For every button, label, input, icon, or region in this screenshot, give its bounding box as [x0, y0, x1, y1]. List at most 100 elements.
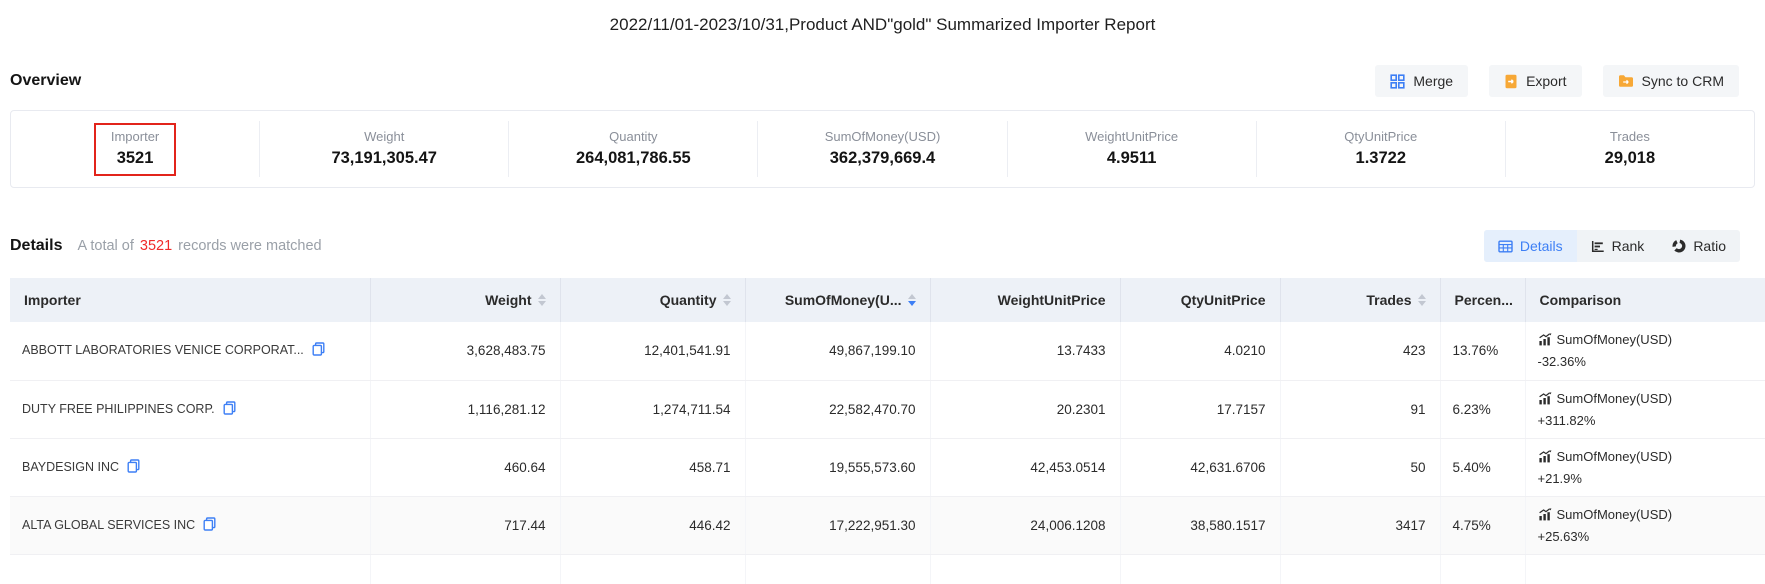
cell-empty: [745, 554, 930, 584]
importer-report-page: 2022/11/01-2023/10/31,Product AND"gold" …: [0, 0, 1765, 584]
column-header-trades[interactable]: Trades: [1280, 278, 1440, 322]
cell-percent: 5.40%: [1440, 438, 1525, 496]
cell-weight-unit-price: 13.7433: [930, 322, 1120, 380]
comparison-metric-label: SumOfMoney(USD): [1557, 389, 1673, 408]
stat-value: 4.9511: [1085, 149, 1178, 168]
stat-label: Weight: [331, 129, 437, 144]
tab-details-label: Details: [1520, 238, 1563, 254]
comparison-change-value: -32.36%: [1538, 352, 1765, 371]
cell-empty: [1280, 554, 1440, 584]
cell-sum-of-money: 49,867,199.10: [745, 322, 930, 380]
stat-content: WeightUnitPrice 4.9511: [1068, 123, 1195, 176]
cell-percent: 6.23%: [1440, 380, 1525, 438]
importer-name: ABBOTT LABORATORIES VENICE CORPORAT...: [22, 343, 304, 357]
tab-rank[interactable]: Rank: [1577, 230, 1659, 262]
stat-value: 29,018: [1605, 149, 1655, 168]
cell-weight: 1,116,281.12: [370, 380, 560, 438]
comparison-change-value: +21.9%: [1538, 469, 1765, 488]
overview-stat-qtyunitprice: QtyUnitPrice1.3722: [1257, 121, 1506, 177]
column-label: Quantity: [660, 292, 717, 308]
stat-value: 362,379,669.4: [825, 149, 941, 168]
view-tab-group: Details Rank Ratio: [1484, 230, 1740, 262]
action-buttons: Merge Export Sync to CRM: [1375, 65, 1739, 97]
stat-content: Trades29,018: [1588, 123, 1672, 176]
overview-header-row: Overview Merge Export Sync to CRM: [10, 65, 1739, 97]
cell-empty: [1120, 554, 1280, 584]
cell-comparison: SumOfMoney(USD)+25.63%: [1525, 496, 1765, 554]
cell-comparison: SumOfMoney(USD) +21.9%: [1525, 438, 1765, 496]
column-label: WeightUnitPrice: [998, 292, 1106, 308]
merge-button[interactable]: Merge: [1375, 65, 1468, 97]
caret-up-icon: [723, 294, 731, 299]
details-header-row: Details A total of3521records were match…: [10, 230, 1740, 262]
export-file-icon: [1504, 74, 1518, 89]
copy-icon[interactable]: [312, 342, 325, 359]
caret-up-icon: [538, 294, 546, 299]
column-header-percen: Percen...: [1440, 278, 1525, 322]
sync-to-crm-button[interactable]: Sync to CRM: [1603, 65, 1739, 97]
importer-name: ALTA GLOBAL SERVICES INC: [22, 518, 195, 532]
comparison-change-value: +25.63%: [1538, 527, 1765, 546]
cell-trades: 50: [1280, 438, 1440, 496]
sync-folder-icon: [1618, 74, 1634, 88]
cell-qty-unit-price: 17.7157: [1120, 380, 1280, 438]
cell-empty: [1440, 554, 1525, 584]
overview-stat-importer: Importer3521: [11, 121, 260, 177]
stat-label: WeightUnitPrice: [1085, 129, 1178, 144]
copy-icon[interactable]: [203, 517, 216, 534]
cell-weight: 460.64: [370, 438, 560, 496]
stat-value: 264,081,786.55: [576, 149, 691, 168]
importer-name: DUTY FREE PHILIPPINES CORP.: [22, 402, 215, 416]
sync-to-crm-button-label: Sync to CRM: [1642, 73, 1724, 89]
table-header-row: Importer Weight Quantity SumOfMoney(U... Wei…: [10, 278, 1765, 322]
overview-stats-card: Importer3521Weight73,191,305.47Quantity2…: [10, 110, 1755, 188]
export-button[interactable]: Export: [1489, 65, 1581, 97]
cell-empty: [930, 554, 1120, 584]
comparison-line: SumOfMoney(USD): [1538, 447, 1765, 466]
column-header-quantity[interactable]: Quantity: [560, 278, 745, 322]
table-row: ALTA GLOBAL SERVICES INC717.44446.4217,2…: [10, 496, 1765, 554]
column-label: Importer: [24, 292, 81, 308]
overview-stat-weight: Weight73,191,305.47: [260, 121, 509, 177]
cell-empty: [10, 554, 370, 584]
stat-label: Importer: [111, 129, 159, 144]
cell-weight: 717.44: [370, 496, 560, 554]
stat-label: SumOfMoney(USD): [825, 129, 941, 144]
tab-ratio[interactable]: Ratio: [1658, 230, 1740, 262]
details-heading: Details: [10, 237, 62, 255]
column-header-content: Importer: [24, 292, 356, 308]
tab-details[interactable]: Details: [1484, 230, 1577, 262]
cell-empty: [370, 554, 560, 584]
comparison-line: SumOfMoney(USD): [1538, 389, 1765, 408]
overview-stat-weightunitprice: WeightUnitPrice 4.9511: [1008, 121, 1257, 177]
column-label: SumOfMoney(U...: [785, 292, 902, 308]
stat-value: 1.3722: [1344, 149, 1417, 168]
cell-quantity: 12,401,541.91: [560, 322, 745, 380]
comparison-metric-label: SumOfMoney(USD): [1557, 330, 1673, 349]
sort-icon: [908, 294, 916, 306]
copy-icon[interactable]: [223, 401, 236, 418]
cell-sum-of-money: 17,222,951.30: [745, 496, 930, 554]
caret-up-icon: [908, 294, 916, 299]
cell-trades: 423: [1280, 322, 1440, 380]
column-header-weight[interactable]: Weight: [370, 278, 560, 322]
importer-name: BAYDESIGN INC: [22, 460, 119, 474]
summary-suffix: records were matched: [178, 238, 321, 254]
cell-weight-unit-price: 42,453.0514: [930, 438, 1120, 496]
column-header-sumofmoney-u[interactable]: SumOfMoney(U...: [745, 278, 930, 322]
trend-up-chart-icon: [1538, 450, 1552, 463]
sort-icon: [1418, 294, 1426, 306]
table-row: ABBOTT LABORATORIES VENICE CORPORAT...3,…: [10, 322, 1765, 380]
copy-icon[interactable]: [127, 459, 140, 476]
cell-empty: [560, 554, 745, 584]
cell-qty-unit-price: 42,631.6706: [1120, 438, 1280, 496]
details-summary-area: Details A total of3521records were match…: [10, 237, 322, 255]
highlight-red-box: Importer3521: [94, 123, 176, 176]
column-label: Comparison: [1540, 292, 1622, 308]
cell-trades: 3417: [1280, 496, 1440, 554]
table-row: DUTY FREE PHILIPPINES CORP. 1,116,281.12 1…: [10, 380, 1765, 438]
column-label: Percen...: [1455, 292, 1513, 308]
tab-rank-label: Rank: [1612, 238, 1645, 254]
rank-chart-icon: [1591, 240, 1605, 253]
comparison-change-value: +311.82%: [1538, 411, 1765, 430]
